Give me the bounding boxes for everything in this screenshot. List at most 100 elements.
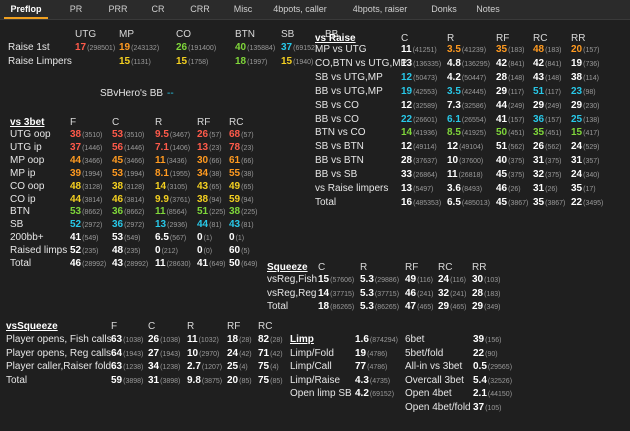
vssqueeze-stat: 10(2970) bbox=[187, 348, 219, 361]
tab-cr[interactable]: CR bbox=[143, 0, 173, 19]
stat-value: 38 bbox=[197, 193, 209, 205]
sample-size: (562) bbox=[545, 144, 562, 152]
sample-size: (65) bbox=[209, 183, 222, 191]
sample-size: (649) bbox=[241, 261, 258, 268]
vsraise-stat: 4.2(50447) bbox=[447, 72, 486, 85]
stat-value: 40 bbox=[235, 42, 247, 53]
vsraise-stat: 3.6(8493) bbox=[447, 183, 482, 196]
stat-value: 38 bbox=[112, 180, 124, 192]
sample-size: (23) bbox=[241, 144, 254, 152]
squeeze-stat: 28(183) bbox=[472, 288, 500, 301]
limp-row-label: Limp/Raise bbox=[290, 374, 341, 386]
vssqueeze-stat: 71(42) bbox=[258, 348, 283, 361]
raise-stat: 26(191400) bbox=[176, 42, 216, 55]
vs3bet-stat: 7.1(1406) bbox=[155, 142, 190, 155]
vs3bet-stat: 13(2936) bbox=[155, 219, 187, 232]
vsraise-stat: 31(26) bbox=[533, 183, 558, 196]
vsraise-stat: 31(357) bbox=[571, 155, 599, 168]
stat-value: 24 bbox=[438, 274, 450, 285]
limp-stat: 77(4786) bbox=[355, 361, 387, 374]
vsraise-stat: 35(451) bbox=[533, 127, 561, 140]
stat-value: 51 bbox=[496, 141, 508, 153]
stat-value: 75 bbox=[258, 374, 270, 386]
stat-value: 42 bbox=[496, 57, 508, 69]
vs3bet-row-label: UTG ip bbox=[10, 141, 42, 153]
stat-value: 22 bbox=[571, 196, 583, 208]
sample-size: (41251) bbox=[412, 47, 437, 54]
vs3bet-stat: 37(1446) bbox=[70, 142, 102, 155]
stat-value: 38 bbox=[70, 129, 82, 140]
sample-size: (57) bbox=[209, 132, 222, 139]
squeeze-row-label: Total bbox=[267, 301, 289, 312]
stat-value: 14 bbox=[155, 180, 167, 192]
stat-value: 45 bbox=[496, 196, 508, 208]
sample-size: (3467) bbox=[169, 132, 191, 139]
vsraise-stat: 44(249) bbox=[496, 100, 524, 113]
vsraise-stat: 35(183) bbox=[496, 44, 524, 57]
tab-prr[interactable]: PRR bbox=[100, 0, 136, 19]
sample-size: (212) bbox=[161, 248, 178, 256]
vssqueeze-col-header: RC bbox=[258, 321, 273, 332]
stat-value: 53 bbox=[70, 206, 82, 218]
tab-crr[interactable]: CRR bbox=[180, 0, 220, 19]
tab-4bpots-raiser[interactable]: 4bpots, raiser bbox=[340, 0, 420, 19]
stat-value: 22 bbox=[401, 113, 413, 125]
tab-misc[interactable]: Misc bbox=[224, 0, 262, 19]
stat-value: 28 bbox=[401, 155, 413, 167]
vsraise-stat: 42(841) bbox=[496, 58, 524, 71]
vsraise-row-label: vs Raise limpers bbox=[315, 183, 389, 194]
sample-size: (3867) bbox=[545, 199, 566, 207]
sample-size: (28992) bbox=[82, 261, 107, 268]
tab-4bpots-caller[interactable]: 4bpots, caller bbox=[268, 0, 332, 19]
limp-stat: 4.3(4735) bbox=[355, 375, 390, 388]
stat-value: 6.5 bbox=[447, 196, 461, 208]
stat-value: 29 bbox=[472, 301, 484, 312]
vssqueeze-stat: 25(4) bbox=[227, 361, 248, 374]
vs3bet-stat: 14(3105) bbox=[155, 181, 187, 194]
stat-value: 32 bbox=[438, 287, 450, 299]
stat-value: 35 bbox=[533, 196, 545, 208]
sample-size: (85) bbox=[270, 377, 283, 385]
tab-pr[interactable]: PR bbox=[58, 0, 94, 19]
stat-value: 28 bbox=[496, 71, 508, 83]
tab-preflop[interactable]: Preflop bbox=[0, 0, 52, 19]
sample-size: (37600) bbox=[459, 158, 484, 166]
vs3bet-col-header: RF bbox=[197, 117, 211, 128]
vsraise-stat: 6.1(26554) bbox=[447, 114, 486, 127]
vsraise-stat: 19(42553) bbox=[401, 86, 437, 99]
tab-donks[interactable]: Donks bbox=[424, 0, 464, 19]
vs3bet-col-header: RC bbox=[229, 117, 244, 128]
stat-value: 0.5 bbox=[473, 361, 487, 373]
bets-row-label: 5bet/fold bbox=[405, 347, 444, 359]
vsraise-stat: 12(49104) bbox=[447, 141, 483, 154]
stat-value: 24 bbox=[571, 169, 583, 181]
squeeze-stat: 5.3(86265) bbox=[360, 301, 399, 314]
stat-value: 31 bbox=[148, 374, 160, 386]
stat-value: 56 bbox=[112, 141, 124, 153]
vssqueeze-stat: 9.8(3875) bbox=[187, 375, 222, 388]
sample-size: (38) bbox=[241, 170, 254, 178]
vs3bet-stat: 34(38) bbox=[197, 168, 222, 181]
sample-size: (1038) bbox=[160, 337, 181, 344]
stat-value: 39 bbox=[70, 167, 82, 179]
vsraise-stat: 51(562) bbox=[496, 141, 524, 154]
stat-value: 14 bbox=[318, 287, 330, 299]
sample-size: (183) bbox=[545, 47, 562, 54]
stat-value: 32 bbox=[533, 169, 545, 181]
tab-notes[interactable]: Notes bbox=[470, 0, 506, 19]
stat-value: 44 bbox=[496, 99, 508, 111]
vssqueeze-stat: 75(4) bbox=[258, 361, 279, 374]
vs3bet-stat: 8.1(1955) bbox=[155, 168, 190, 181]
vs3bet-row-label: UTG oop bbox=[10, 129, 51, 140]
bets-row-label: All-in vs 3bet bbox=[405, 361, 463, 373]
sample-size: (567) bbox=[169, 235, 187, 243]
stat-value: 4.2 bbox=[447, 71, 461, 83]
sample-size: (1943) bbox=[123, 350, 144, 358]
sample-size: (8564) bbox=[166, 209, 187, 217]
sample-size: (2972) bbox=[82, 222, 103, 230]
squeeze-stat: 29(349) bbox=[472, 301, 500, 314]
sample-size: (349) bbox=[484, 304, 501, 311]
stat-value: 68 bbox=[229, 129, 241, 140]
stat-value: 10 bbox=[187, 347, 199, 359]
vs3bet-stat: 43(81) bbox=[229, 219, 254, 232]
